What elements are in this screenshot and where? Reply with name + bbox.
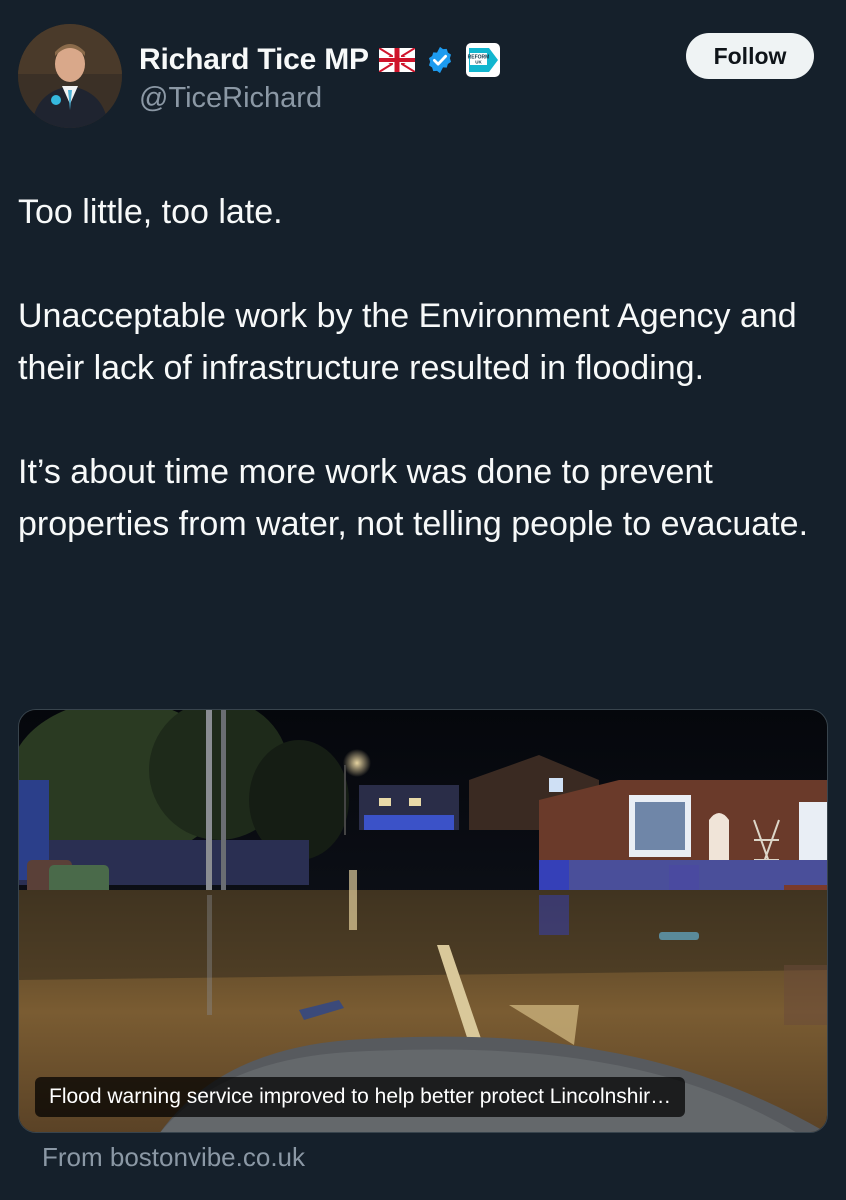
tweet-header: Richard Tice MP REFORM UK @TiceRichard F… [18, 24, 814, 130]
tweet-body: Too little, too late. Unacceptable work … [18, 186, 818, 550]
author-handle[interactable]: @TiceRichard [139, 82, 322, 115]
link-card-source[interactable]: From bostonvibe.co.uk [42, 1142, 305, 1173]
link-preview-card[interactable]: Flood warning service improved to help b… [18, 709, 828, 1133]
avatar[interactable] [18, 24, 122, 128]
author-name-row: Richard Tice MP REFORM UK [139, 40, 501, 80]
svg-text:UK: UK [475, 60, 482, 65]
follow-button[interactable]: Follow [686, 33, 814, 79]
avatar-photo [18, 24, 122, 128]
reform-uk-badge-icon[interactable]: REFORM UK [465, 42, 501, 78]
link-card-caption[interactable]: Flood warning service improved to help b… [35, 1077, 686, 1117]
flooded-street-photo [19, 710, 827, 1132]
tweet-paragraph: Too little, too late. [18, 193, 283, 231]
tweet-paragraph: Unacceptable work by the Environment Age… [18, 297, 797, 387]
verified-badge-icon[interactable] [425, 45, 455, 75]
union-jack-flag-icon [378, 46, 416, 74]
author-display-name[interactable]: Richard Tice MP [139, 43, 369, 77]
tweet-paragraph: It’s about time more work was done to pr… [18, 453, 809, 543]
